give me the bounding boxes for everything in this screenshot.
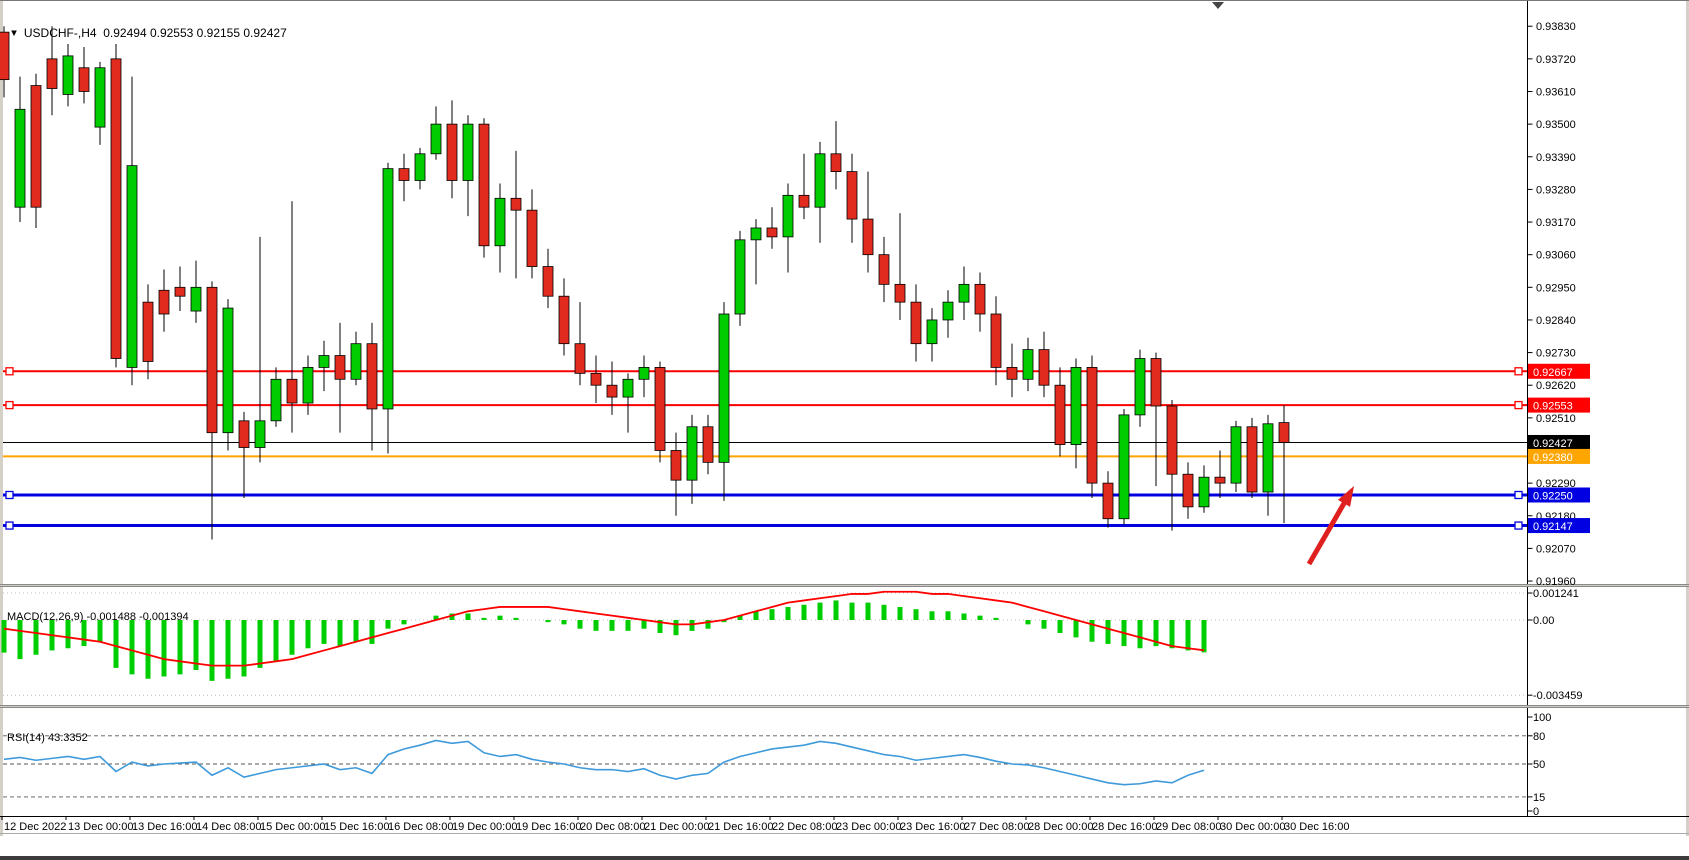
svg-text:0.92553: 0.92553 [1533,401,1573,413]
line-handle [1515,368,1522,375]
svg-text:15: 15 [1533,792,1545,804]
svg-text:0.92250: 0.92250 [1533,490,1573,502]
macd-name: MACD(12,26,9) [7,611,83,623]
svg-text:0.93060: 0.93060 [1536,250,1576,262]
line-handle [1515,522,1522,529]
rsi-name: RSI(14) [7,732,45,744]
chart-background [0,0,1689,836]
line-handle [6,491,13,498]
chart-title: ▼ USDCHF-,H4 0.92494 0.92553 0.92155 0.92… [8,26,287,40]
chart-symbol-label: USDCHF-,H4 [24,26,97,40]
svg-text:28 Dec 00:00: 28 Dec 00:00 [1028,821,1093,833]
svg-text:0.93720: 0.93720 [1536,54,1576,66]
svg-text:0.92620: 0.92620 [1536,380,1576,392]
line-handle [6,368,13,375]
svg-text:21 Dec 16:00: 21 Dec 16:00 [708,821,773,833]
svg-text:0.93830: 0.93830 [1536,21,1576,33]
svg-text:19 Dec 16:00: 19 Dec 16:00 [516,821,581,833]
svg-text:0.93390: 0.93390 [1536,152,1576,164]
svg-text:0.92667: 0.92667 [1533,367,1573,379]
svg-text:80: 80 [1533,731,1545,743]
rsi-value: 43.3352 [48,732,88,744]
svg-text:0.92950: 0.92950 [1536,282,1576,294]
chart-ohlc-values: 0.92494 0.92553 0.92155 0.92427 [103,26,287,40]
line-handle [6,402,13,409]
chart-collapse-icon[interactable]: ▼ [9,27,19,38]
svg-text:0.93610: 0.93610 [1536,86,1576,98]
pane-separator-macd[interactable] [0,584,1689,587]
svg-text:0: 0 [1533,806,1539,818]
svg-text:29 Dec 08:00: 29 Dec 08:00 [1156,821,1221,833]
svg-text:0.92730: 0.92730 [1536,348,1576,360]
svg-text:0.91960: 0.91960 [1536,576,1576,588]
svg-text:20 Dec 08:00: 20 Dec 08:00 [580,821,645,833]
rsi-indicator-label: RSI(14) 43.3352 [7,732,88,744]
svg-text:14 Dec 08:00: 14 Dec 08:00 [196,821,261,833]
svg-text:0.92380: 0.92380 [1533,452,1573,464]
macd-main-value: -0.001488 [86,611,136,623]
svg-text:19 Dec 00:00: 19 Dec 00:00 [452,821,517,833]
window-bottom-edge [0,856,1689,860]
svg-text:21 Dec 00:00: 21 Dec 00:00 [644,821,709,833]
svg-text:13 Dec 00:00: 13 Dec 00:00 [68,821,133,833]
svg-text:23 Dec 00:00: 23 Dec 00:00 [836,821,901,833]
macd-indicator-label: MACD(12,26,9) -0.001488 -0.001394 [7,611,189,623]
line-handle [1515,402,1522,409]
svg-text:0.92510: 0.92510 [1536,413,1576,425]
svg-text:0.93500: 0.93500 [1536,119,1576,131]
svg-text:30 Dec 16:00: 30 Dec 16:00 [1284,821,1349,833]
svg-text:30 Dec 00:00: 30 Dec 00:00 [1220,821,1285,833]
line-handle [1515,491,1522,498]
pane-separator-rsi[interactable] [0,705,1689,708]
svg-text:23 Dec 16:00: 23 Dec 16:00 [900,821,965,833]
svg-text:16 Dec 08:00: 16 Dec 08:00 [388,821,453,833]
svg-text:0.92147: 0.92147 [1533,521,1573,533]
svg-text:0.92070: 0.92070 [1536,543,1576,555]
svg-text:22 Dec 08:00: 22 Dec 08:00 [772,821,837,833]
svg-text:28 Dec 16:00: 28 Dec 16:00 [1092,821,1157,833]
svg-text:27 Dec 08:00: 27 Dec 08:00 [964,821,1029,833]
line-handle [6,522,13,529]
svg-text:15 Dec 00:00: 15 Dec 00:00 [260,821,325,833]
price-chart[interactable]: 0.93830 0.93720 0.93610 0.93500 0.93390 0.932… [0,0,1689,838]
svg-text:-0.003459: -0.003459 [1533,690,1583,702]
svg-text:0.92840: 0.92840 [1536,315,1576,327]
svg-text:0.92427: 0.92427 [1533,438,1573,450]
svg-text:0.93170: 0.93170 [1536,217,1576,229]
svg-text:50: 50 [1533,759,1545,771]
svg-text:13 Dec 16:00: 13 Dec 16:00 [132,821,197,833]
svg-text:0.93280: 0.93280 [1536,184,1576,196]
svg-text:0.001241: 0.001241 [1533,588,1579,600]
svg-text:12 Dec 2022: 12 Dec 2022 [4,821,66,833]
svg-text:100: 100 [1533,712,1551,724]
svg-text:15 Dec 16:00: 15 Dec 16:00 [324,821,389,833]
svg-text:0.00: 0.00 [1533,615,1554,627]
macd-signal-value: -0.001394 [139,611,189,623]
